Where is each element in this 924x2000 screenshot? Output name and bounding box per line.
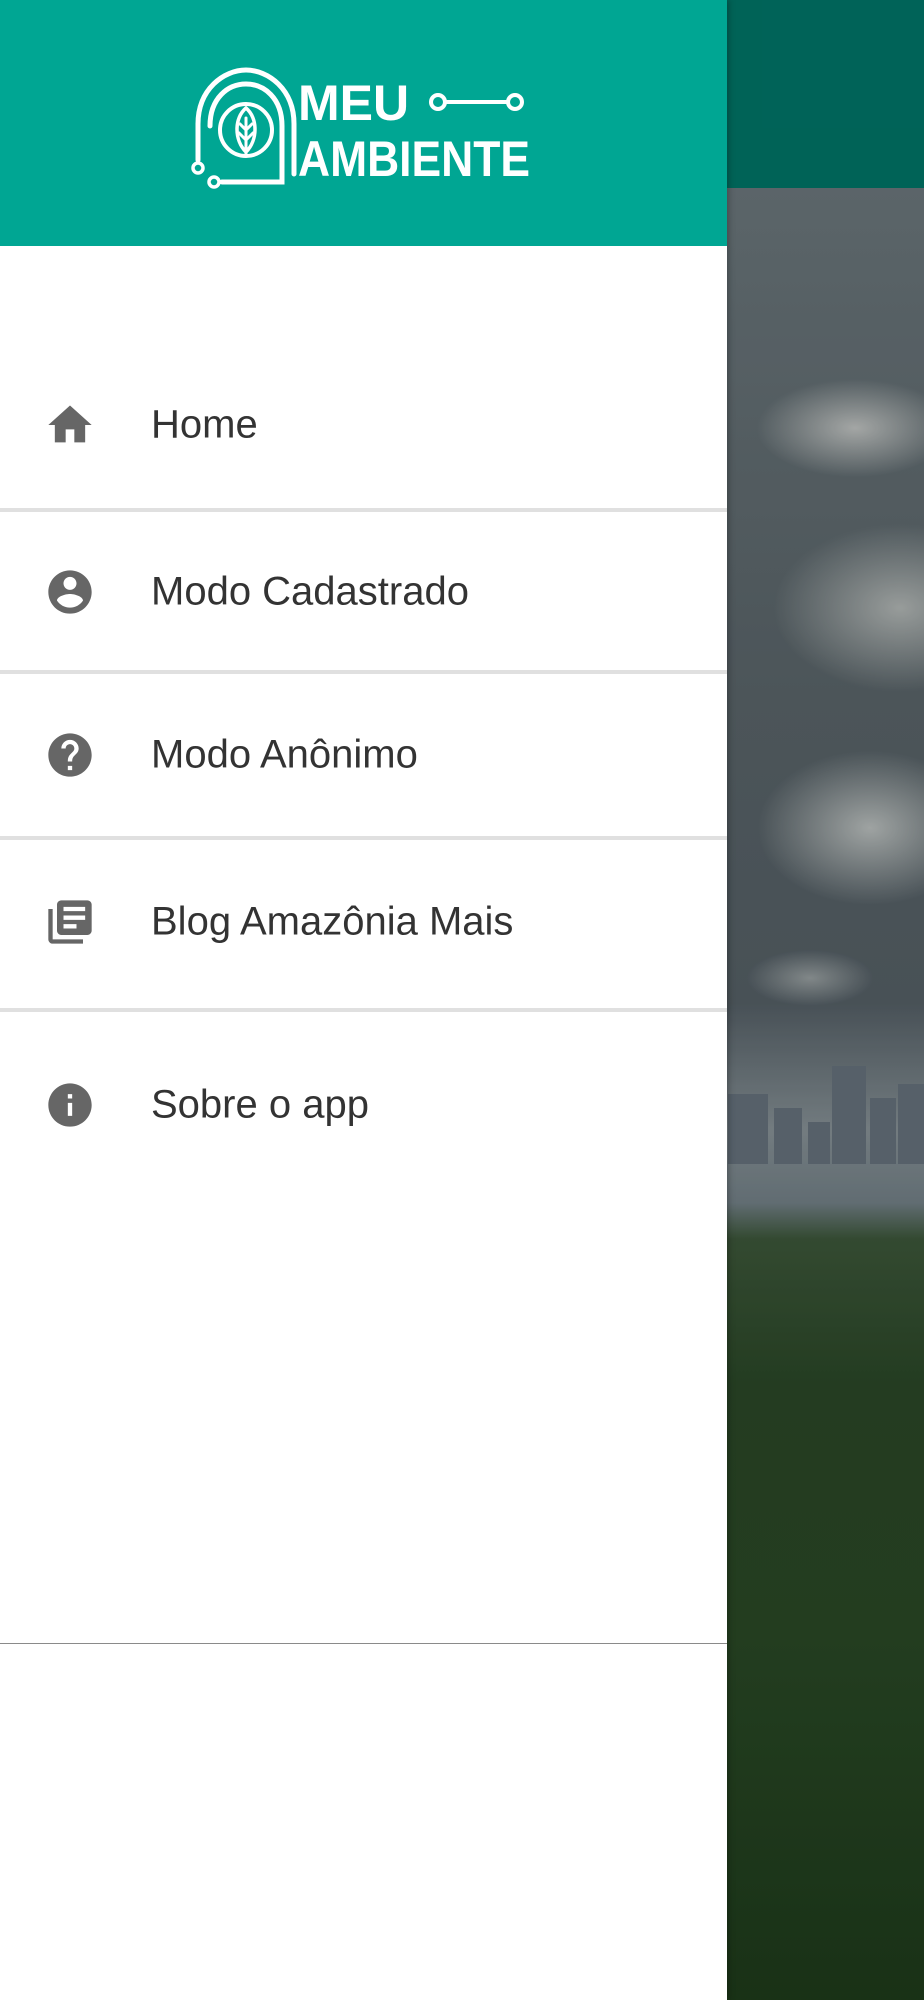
menu-item-label: Home: [151, 402, 258, 447]
logo-text-ambiente: AMBIENTE: [298, 131, 530, 187]
menu-item-home[interactable]: Home: [0, 365, 727, 485]
menu-item-modo-anonimo[interactable]: Modo Anônimo: [0, 695, 727, 815]
menu-item-blog-amazonia-mais[interactable]: Blog Amazônia Mais: [0, 862, 727, 982]
drawer-footer-divider: [0, 1643, 727, 1644]
logo-text-meu: MEU: [298, 75, 409, 131]
drawer-header: MEU AMBIENTE: [0, 0, 727, 246]
menu-item-label: Modo Cadastrado: [151, 569, 469, 614]
menu-item-label: Sobre o app: [151, 1082, 369, 1127]
library-books-icon: [44, 896, 96, 948]
menu-item-label: Blog Amazônia Mais: [151, 899, 514, 944]
account-circle-icon: [44, 566, 96, 618]
menu-item-label: Modo Anônimo: [151, 732, 418, 777]
menu-divider: [0, 670, 727, 674]
home-icon: [44, 399, 96, 451]
menu-item-sobre-o-app[interactable]: Sobre o app: [0, 1045, 727, 1165]
menu-divider: [0, 1008, 727, 1012]
menu-item-modo-cadastrado[interactable]: Modo Cadastrado: [0, 532, 727, 652]
meu-ambiente-logo: MEU AMBIENTE: [191, 67, 530, 189]
navigation-drawer: MEU AMBIENTE Home Modo Cadastrado Modo A…: [0, 0, 727, 2000]
menu-divider: [0, 508, 727, 512]
info-icon: [44, 1079, 96, 1131]
menu-divider: [0, 836, 727, 840]
help-circle-icon: [44, 729, 96, 781]
